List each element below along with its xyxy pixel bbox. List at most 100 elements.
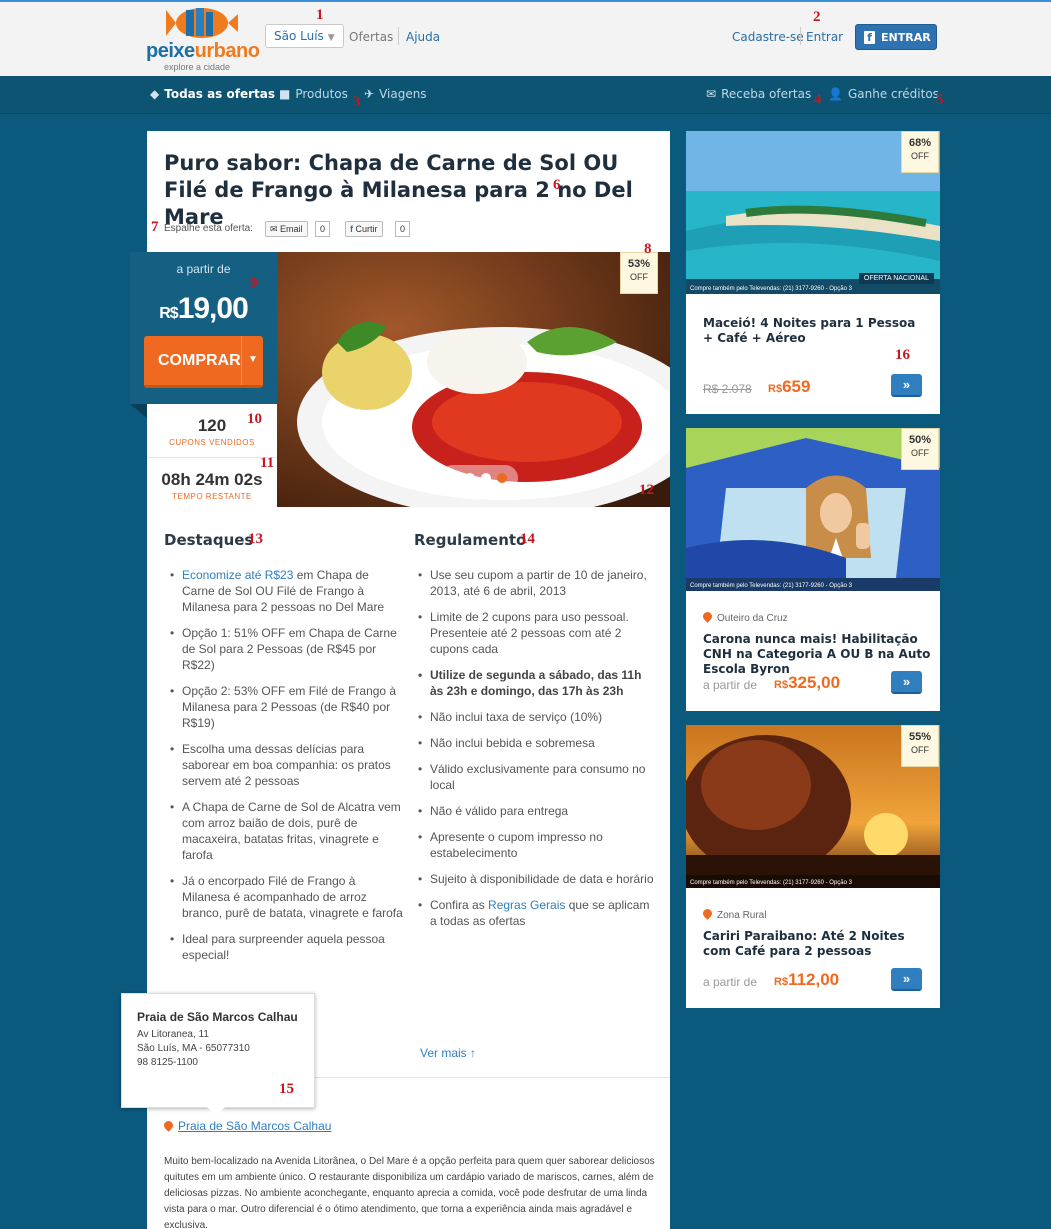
ribbon-fold	[130, 404, 147, 418]
peixe-urbano-logo[interactable]: peixeurbano explore a cidade	[146, 6, 260, 72]
annotation-number: 11	[260, 455, 275, 471]
location-label: Outeiro da Cruz	[717, 613, 788, 624]
time-label: TEMPO RESTANTE	[172, 492, 252, 501]
location-label: Zona Rural	[717, 910, 767, 921]
annotation-number: 5	[936, 92, 944, 108]
logo-wordmark: peixeurbano	[146, 40, 260, 63]
discount-badge: 50% OFF	[901, 428, 939, 470]
carousel-dot[interactable]	[449, 473, 459, 483]
side-deal-title[interactable]: Cariri Paraibano: Até 2 Noites com Café …	[703, 929, 933, 959]
annotation-number: 13	[248, 531, 263, 547]
discount-badge: 55% OFF	[901, 725, 939, 767]
envelope-icon: ✉	[270, 224, 281, 234]
list-item: Não inclui bebida e sobremesa	[416, 735, 656, 751]
list-item: Não inclui taxa de serviço (10%)	[416, 709, 656, 725]
side-deal-card[interactable]: OFERTA NACIONAL Compre também pelo Telev…	[686, 131, 940, 414]
side-price: R$112,00	[774, 970, 839, 990]
annotation-number: 2	[813, 9, 821, 25]
plane-icon: ✈	[364, 87, 375, 101]
time-remaining: 08h 24m 02s TEMPO RESTANTE	[147, 470, 277, 506]
logo-tagline: explore a cidade	[164, 62, 231, 72]
list-item: Escolha uma dessas delícias para saborea…	[168, 741, 403, 789]
view-deal-button[interactable]: »	[891, 671, 922, 694]
facebook-login-button[interactable]: f ENTRAR	[855, 24, 937, 50]
comprar-button[interactable]: COMPRAR ▼	[144, 336, 263, 388]
annotation-number: 6	[553, 177, 561, 193]
nav-todas-ofertas[interactable]: ◆ Todas as ofertas	[150, 87, 275, 101]
annotation-number: 10	[247, 411, 262, 427]
nav-label: Receba ofertas	[721, 87, 812, 101]
ofertas-link[interactable]: Ofertas	[349, 30, 393, 44]
list-item: Utilize de segunda a sábado, das 11h às …	[416, 667, 656, 699]
discount-value: 50%	[908, 434, 932, 446]
televendas-note: Compre também pelo Televendas: (21) 3177…	[690, 286, 852, 292]
bag-icon: ■	[279, 87, 291, 101]
nav-receba-ofertas[interactable]: ✉ Receba ofertas	[706, 87, 811, 101]
a-partir-label: a partir de	[703, 975, 758, 989]
list-item: Limite de 2 cupons para uso pessoal. Pre…	[416, 609, 656, 657]
carousel-dot[interactable]	[465, 473, 475, 483]
popup-address: Av Litoranea, 11	[137, 1029, 209, 1040]
view-deal-button[interactable]: »	[891, 968, 922, 991]
nav-label: Ganhe créditos	[847, 87, 939, 101]
economize-link[interactable]: Economize até R$23	[182, 568, 293, 582]
list-item: Economize até R$23 em Chapa de Carne de …	[168, 567, 403, 615]
side-deal-card[interactable]: Compre também pelo Televendas: (21) 3177…	[686, 428, 940, 711]
annotation-number: 15	[279, 1081, 294, 1097]
regras-gerais-link[interactable]: Regras Gerais	[488, 898, 565, 912]
destaques-list: Economize até R$23 em Chapa de Carne de …	[168, 567, 403, 973]
chevron-down-icon: ▼	[327, 33, 335, 43]
chevron-down-icon[interactable]: ▼	[241, 336, 263, 385]
popup-title: Praia de São Marcos Calhau	[137, 1010, 298, 1024]
old-price: R$ 2.078	[703, 382, 752, 396]
location-link[interactable]: Praia de São Marcos Calhau	[162, 1119, 332, 1133]
televendas-note: Compre também pelo Televendas: (21) 3177…	[690, 583, 852, 589]
view-deal-button[interactable]: »	[891, 374, 922, 397]
list-item: Use seu cupom a partir de 10 de janeiro,…	[416, 567, 656, 599]
annotation-number: 9	[250, 275, 258, 291]
carousel-dot-active[interactable]	[497, 473, 507, 483]
currency: R$	[159, 305, 178, 322]
entrar-link[interactable]: Entrar	[806, 30, 843, 44]
list-item: Ideal para surpreender aquela pessoa esp…	[168, 931, 403, 963]
side-location: Zona Rural	[701, 907, 767, 921]
off-label: OFF	[911, 151, 929, 161]
email-share-button[interactable]: ✉ Email	[265, 221, 308, 237]
ajuda-link[interactable]: Ajuda	[406, 30, 440, 44]
popup-city: São Luís, MA - 65077310	[137, 1043, 250, 1054]
list-item: Já o encorpado Filé de Frango à Milanesa…	[168, 873, 403, 921]
location-label: Praia de São Marcos Calhau	[178, 1119, 332, 1133]
list-item: Sujeito à disponibilidade de data e horá…	[416, 871, 656, 887]
regulamento-list: Use seu cupom a partir de 10 de janeiro,…	[416, 567, 656, 939]
divider	[398, 27, 399, 45]
list-item: Válido exclusivamente para consumo no lo…	[416, 761, 656, 793]
nav-viagens[interactable]: ✈ Viagens	[364, 87, 427, 101]
nav-label: Produtos	[295, 87, 348, 101]
nav-produtos[interactable]: ■ Produtos	[279, 87, 348, 101]
ver-mais-link[interactable]: Ver mais ↑	[420, 1046, 476, 1060]
side-location: Outeiro da Cruz	[701, 610, 788, 624]
discount-badge: 68% OFF	[901, 131, 939, 173]
price-value: 325,00	[788, 673, 841, 692]
entrar-button-label: ENTRAR	[881, 31, 931, 44]
annotation-number: 4	[814, 92, 822, 108]
nav-ganhe-creditos[interactable]: 👤 Ganhe créditos	[828, 87, 939, 101]
destaques-heading: Destaques	[164, 531, 254, 549]
annotation-number: 14	[520, 531, 535, 547]
a-partir-label: a partir de	[176, 262, 231, 276]
facebook-like-button[interactable]: f Curtir	[345, 221, 383, 237]
off-label: OFF	[911, 745, 929, 755]
carousel-dot[interactable]	[481, 473, 491, 483]
email-count: 0	[315, 221, 331, 237]
side-deal-title[interactable]: Maceió! 4 Noites para 1 Pessoa + Café + …	[703, 316, 928, 346]
cadastre-link[interactable]: Cadastre-se	[732, 30, 804, 44]
discount-badge: 53% OFF	[620, 252, 658, 294]
map-pin-icon	[701, 907, 714, 920]
city-selector[interactable]: São Luís ▼	[265, 24, 344, 48]
currency: R$	[768, 383, 783, 395]
business-description: Muito bem-localizado na Avenida Litorâne…	[164, 1156, 655, 1229]
side-deal-card[interactable]: Compre também pelo Televendas: (21) 3177…	[686, 725, 940, 1008]
city-label: São Luís	[274, 29, 324, 43]
fish-logo-icon	[166, 8, 238, 38]
annotation-number: 7	[151, 219, 159, 235]
